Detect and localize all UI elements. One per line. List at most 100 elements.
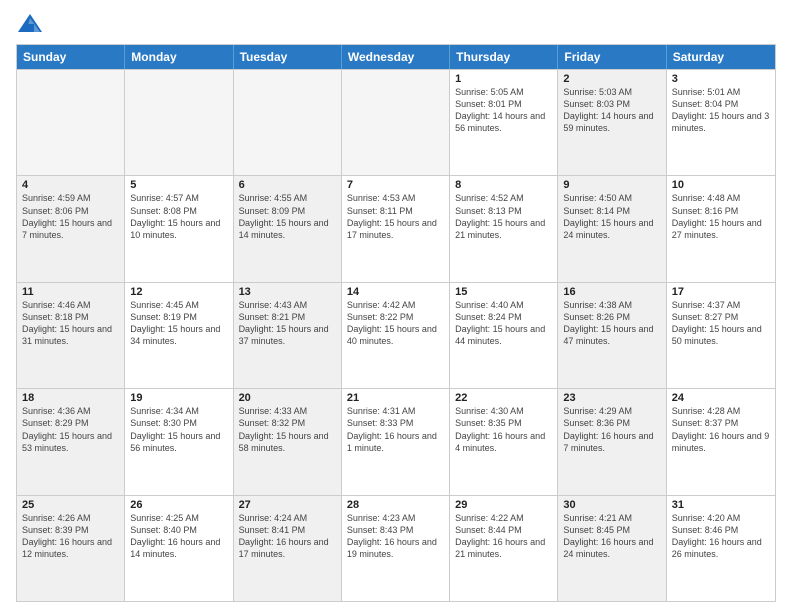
day-info: Sunrise: 4:55 AM Sunset: 8:09 PM Dayligh… bbox=[239, 192, 336, 241]
calendar-cell: 28Sunrise: 4:23 AM Sunset: 8:43 PM Dayli… bbox=[342, 496, 450, 601]
day-info: Sunrise: 5:01 AM Sunset: 8:04 PM Dayligh… bbox=[672, 86, 770, 135]
day-number: 15 bbox=[455, 286, 552, 298]
day-number: 20 bbox=[239, 392, 336, 404]
page: SundayMondayTuesdayWednesdayThursdayFrid… bbox=[0, 0, 792, 612]
day-number: 2 bbox=[563, 73, 660, 85]
day-info: Sunrise: 4:53 AM Sunset: 8:11 PM Dayligh… bbox=[347, 192, 444, 241]
calendar-cell: 5Sunrise: 4:57 AM Sunset: 8:08 PM Daylig… bbox=[125, 176, 233, 281]
calendar-cell: 7Sunrise: 4:53 AM Sunset: 8:11 PM Daylig… bbox=[342, 176, 450, 281]
day-info: Sunrise: 4:24 AM Sunset: 8:41 PM Dayligh… bbox=[239, 512, 336, 561]
calendar-header-cell: Friday bbox=[558, 45, 666, 69]
day-number: 18 bbox=[22, 392, 119, 404]
day-info: Sunrise: 4:38 AM Sunset: 8:26 PM Dayligh… bbox=[563, 299, 660, 348]
calendar-cell: 13Sunrise: 4:43 AM Sunset: 8:21 PM Dayli… bbox=[234, 283, 342, 388]
day-number: 4 bbox=[22, 179, 119, 191]
day-info: Sunrise: 4:34 AM Sunset: 8:30 PM Dayligh… bbox=[130, 405, 227, 454]
day-info: Sunrise: 4:50 AM Sunset: 8:14 PM Dayligh… bbox=[563, 192, 660, 241]
day-info: Sunrise: 4:42 AM Sunset: 8:22 PM Dayligh… bbox=[347, 299, 444, 348]
calendar-row: 25Sunrise: 4:26 AM Sunset: 8:39 PM Dayli… bbox=[17, 495, 775, 601]
calendar-row: 11Sunrise: 4:46 AM Sunset: 8:18 PM Dayli… bbox=[17, 282, 775, 388]
day-number: 25 bbox=[22, 499, 119, 511]
day-info: Sunrise: 4:46 AM Sunset: 8:18 PM Dayligh… bbox=[22, 299, 119, 348]
calendar-body: 1Sunrise: 5:05 AM Sunset: 8:01 PM Daylig… bbox=[17, 69, 775, 601]
calendar-cell: 22Sunrise: 4:30 AM Sunset: 8:35 PM Dayli… bbox=[450, 389, 558, 494]
day-info: Sunrise: 4:22 AM Sunset: 8:44 PM Dayligh… bbox=[455, 512, 552, 561]
day-info: Sunrise: 4:29 AM Sunset: 8:36 PM Dayligh… bbox=[563, 405, 660, 454]
day-info: Sunrise: 4:30 AM Sunset: 8:35 PM Dayligh… bbox=[455, 405, 552, 454]
day-number: 11 bbox=[22, 286, 119, 298]
day-number: 22 bbox=[455, 392, 552, 404]
calendar-cell: 1Sunrise: 5:05 AM Sunset: 8:01 PM Daylig… bbox=[450, 70, 558, 175]
calendar-cell: 31Sunrise: 4:20 AM Sunset: 8:46 PM Dayli… bbox=[667, 496, 775, 601]
day-info: Sunrise: 4:52 AM Sunset: 8:13 PM Dayligh… bbox=[455, 192, 552, 241]
calendar-cell: 6Sunrise: 4:55 AM Sunset: 8:09 PM Daylig… bbox=[234, 176, 342, 281]
calendar: SundayMondayTuesdayWednesdayThursdayFrid… bbox=[16, 44, 776, 602]
calendar-cell: 25Sunrise: 4:26 AM Sunset: 8:39 PM Dayli… bbox=[17, 496, 125, 601]
day-info: Sunrise: 4:59 AM Sunset: 8:06 PM Dayligh… bbox=[22, 192, 119, 241]
calendar-cell: 15Sunrise: 4:40 AM Sunset: 8:24 PM Dayli… bbox=[450, 283, 558, 388]
calendar-cell bbox=[125, 70, 233, 175]
day-number: 8 bbox=[455, 179, 552, 191]
day-number: 17 bbox=[672, 286, 770, 298]
logo bbox=[16, 10, 48, 38]
day-number: 3 bbox=[672, 73, 770, 85]
calendar-cell: 27Sunrise: 4:24 AM Sunset: 8:41 PM Dayli… bbox=[234, 496, 342, 601]
day-number: 27 bbox=[239, 499, 336, 511]
day-info: Sunrise: 4:57 AM Sunset: 8:08 PM Dayligh… bbox=[130, 192, 227, 241]
calendar-cell: 17Sunrise: 4:37 AM Sunset: 8:27 PM Dayli… bbox=[667, 283, 775, 388]
calendar-cell: 8Sunrise: 4:52 AM Sunset: 8:13 PM Daylig… bbox=[450, 176, 558, 281]
day-info: Sunrise: 4:28 AM Sunset: 8:37 PM Dayligh… bbox=[672, 405, 770, 454]
day-number: 13 bbox=[239, 286, 336, 298]
day-number: 31 bbox=[672, 499, 770, 511]
day-number: 21 bbox=[347, 392, 444, 404]
calendar-cell bbox=[17, 70, 125, 175]
day-info: Sunrise: 4:40 AM Sunset: 8:24 PM Dayligh… bbox=[455, 299, 552, 348]
day-info: Sunrise: 5:03 AM Sunset: 8:03 PM Dayligh… bbox=[563, 86, 660, 135]
calendar-cell: 12Sunrise: 4:45 AM Sunset: 8:19 PM Dayli… bbox=[125, 283, 233, 388]
day-number: 1 bbox=[455, 73, 552, 85]
calendar-cell: 2Sunrise: 5:03 AM Sunset: 8:03 PM Daylig… bbox=[558, 70, 666, 175]
calendar-cell: 29Sunrise: 4:22 AM Sunset: 8:44 PM Dayli… bbox=[450, 496, 558, 601]
calendar-cell: 11Sunrise: 4:46 AM Sunset: 8:18 PM Dayli… bbox=[17, 283, 125, 388]
calendar-header-cell: Saturday bbox=[667, 45, 775, 69]
logo-icon bbox=[16, 10, 44, 38]
day-info: Sunrise: 4:31 AM Sunset: 8:33 PM Dayligh… bbox=[347, 405, 444, 454]
day-number: 19 bbox=[130, 392, 227, 404]
calendar-row: 18Sunrise: 4:36 AM Sunset: 8:29 PM Dayli… bbox=[17, 388, 775, 494]
day-number: 10 bbox=[672, 179, 770, 191]
day-number: 29 bbox=[455, 499, 552, 511]
calendar-row: 1Sunrise: 5:05 AM Sunset: 8:01 PM Daylig… bbox=[17, 69, 775, 175]
calendar-cell: 21Sunrise: 4:31 AM Sunset: 8:33 PM Dayli… bbox=[342, 389, 450, 494]
day-info: Sunrise: 4:23 AM Sunset: 8:43 PM Dayligh… bbox=[347, 512, 444, 561]
calendar-cell: 9Sunrise: 4:50 AM Sunset: 8:14 PM Daylig… bbox=[558, 176, 666, 281]
header bbox=[16, 10, 776, 38]
calendar-cell: 23Sunrise: 4:29 AM Sunset: 8:36 PM Dayli… bbox=[558, 389, 666, 494]
calendar-row: 4Sunrise: 4:59 AM Sunset: 8:06 PM Daylig… bbox=[17, 175, 775, 281]
calendar-cell: 18Sunrise: 4:36 AM Sunset: 8:29 PM Dayli… bbox=[17, 389, 125, 494]
calendar-header-cell: Sunday bbox=[17, 45, 125, 69]
day-info: Sunrise: 4:43 AM Sunset: 8:21 PM Dayligh… bbox=[239, 299, 336, 348]
day-info: Sunrise: 4:20 AM Sunset: 8:46 PM Dayligh… bbox=[672, 512, 770, 561]
day-number: 28 bbox=[347, 499, 444, 511]
calendar-cell: 19Sunrise: 4:34 AM Sunset: 8:30 PM Dayli… bbox=[125, 389, 233, 494]
day-number: 30 bbox=[563, 499, 660, 511]
calendar-cell: 14Sunrise: 4:42 AM Sunset: 8:22 PM Dayli… bbox=[342, 283, 450, 388]
day-number: 23 bbox=[563, 392, 660, 404]
calendar-cell: 30Sunrise: 4:21 AM Sunset: 8:45 PM Dayli… bbox=[558, 496, 666, 601]
calendar-cell: 20Sunrise: 4:33 AM Sunset: 8:32 PM Dayli… bbox=[234, 389, 342, 494]
day-number: 16 bbox=[563, 286, 660, 298]
day-number: 26 bbox=[130, 499, 227, 511]
calendar-cell: 16Sunrise: 4:38 AM Sunset: 8:26 PM Dayli… bbox=[558, 283, 666, 388]
day-info: Sunrise: 4:21 AM Sunset: 8:45 PM Dayligh… bbox=[563, 512, 660, 561]
day-number: 6 bbox=[239, 179, 336, 191]
calendar-cell: 26Sunrise: 4:25 AM Sunset: 8:40 PM Dayli… bbox=[125, 496, 233, 601]
day-number: 9 bbox=[563, 179, 660, 191]
day-info: Sunrise: 4:45 AM Sunset: 8:19 PM Dayligh… bbox=[130, 299, 227, 348]
day-info: Sunrise: 4:37 AM Sunset: 8:27 PM Dayligh… bbox=[672, 299, 770, 348]
day-number: 12 bbox=[130, 286, 227, 298]
day-info: Sunrise: 4:48 AM Sunset: 8:16 PM Dayligh… bbox=[672, 192, 770, 241]
calendar-cell: 3Sunrise: 5:01 AM Sunset: 8:04 PM Daylig… bbox=[667, 70, 775, 175]
day-number: 14 bbox=[347, 286, 444, 298]
day-info: Sunrise: 5:05 AM Sunset: 8:01 PM Dayligh… bbox=[455, 86, 552, 135]
day-number: 7 bbox=[347, 179, 444, 191]
